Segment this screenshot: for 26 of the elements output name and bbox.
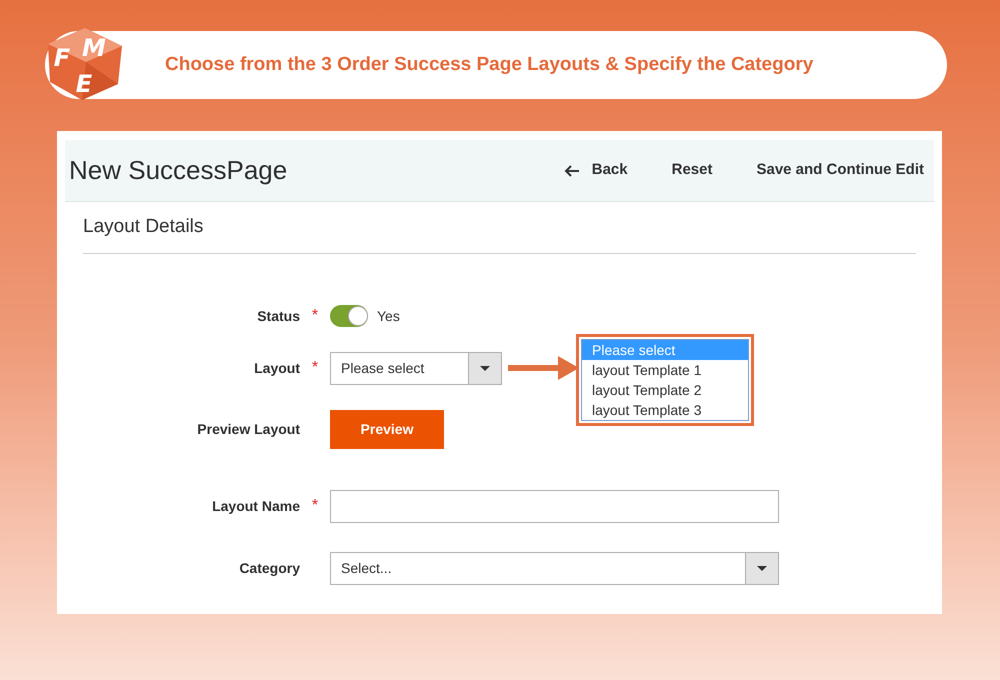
back-arrow-icon <box>564 164 580 178</box>
section-title: Layout Details <box>83 215 204 240</box>
dropdown-option[interactable]: layout Template 3 <box>582 400 748 420</box>
required-mark: * <box>312 496 318 516</box>
required-mark: * <box>312 306 318 326</box>
required-mark: * <box>312 358 318 378</box>
caret-icon <box>480 366 490 370</box>
toggle-switch[interactable] <box>330 305 368 327</box>
page-title: New SuccessPage <box>69 154 288 187</box>
select-field[interactable]: Select... <box>330 552 779 584</box>
field-label: Category <box>238 558 300 578</box>
banner-title: Choose from the 3 Order Success Page Layouts & Specify the Category <box>165 52 814 77</box>
header-action[interactable]: Save and Continue Edit <box>756 159 924 182</box>
dropdown-option[interactable]: layout Template 1 <box>582 360 748 380</box>
field-label: Status <box>256 306 300 326</box>
field-label: Layout <box>253 358 300 378</box>
caret-icon <box>757 566 767 570</box>
header-action[interactable]: Reset <box>672 159 712 182</box>
toggle-value: Yes <box>377 306 400 326</box>
field-label: Preview Layout <box>196 420 300 439</box>
field-label: Layout Name <box>211 496 300 516</box>
dropdown-option[interactable]: layout Template 2 <box>582 380 748 400</box>
select-field[interactable]: Please select <box>330 352 502 384</box>
header-action[interactable]: Back <box>564 159 628 182</box>
preview-button[interactable]: Preview <box>330 410 444 448</box>
text-field[interactable] <box>330 490 779 522</box>
